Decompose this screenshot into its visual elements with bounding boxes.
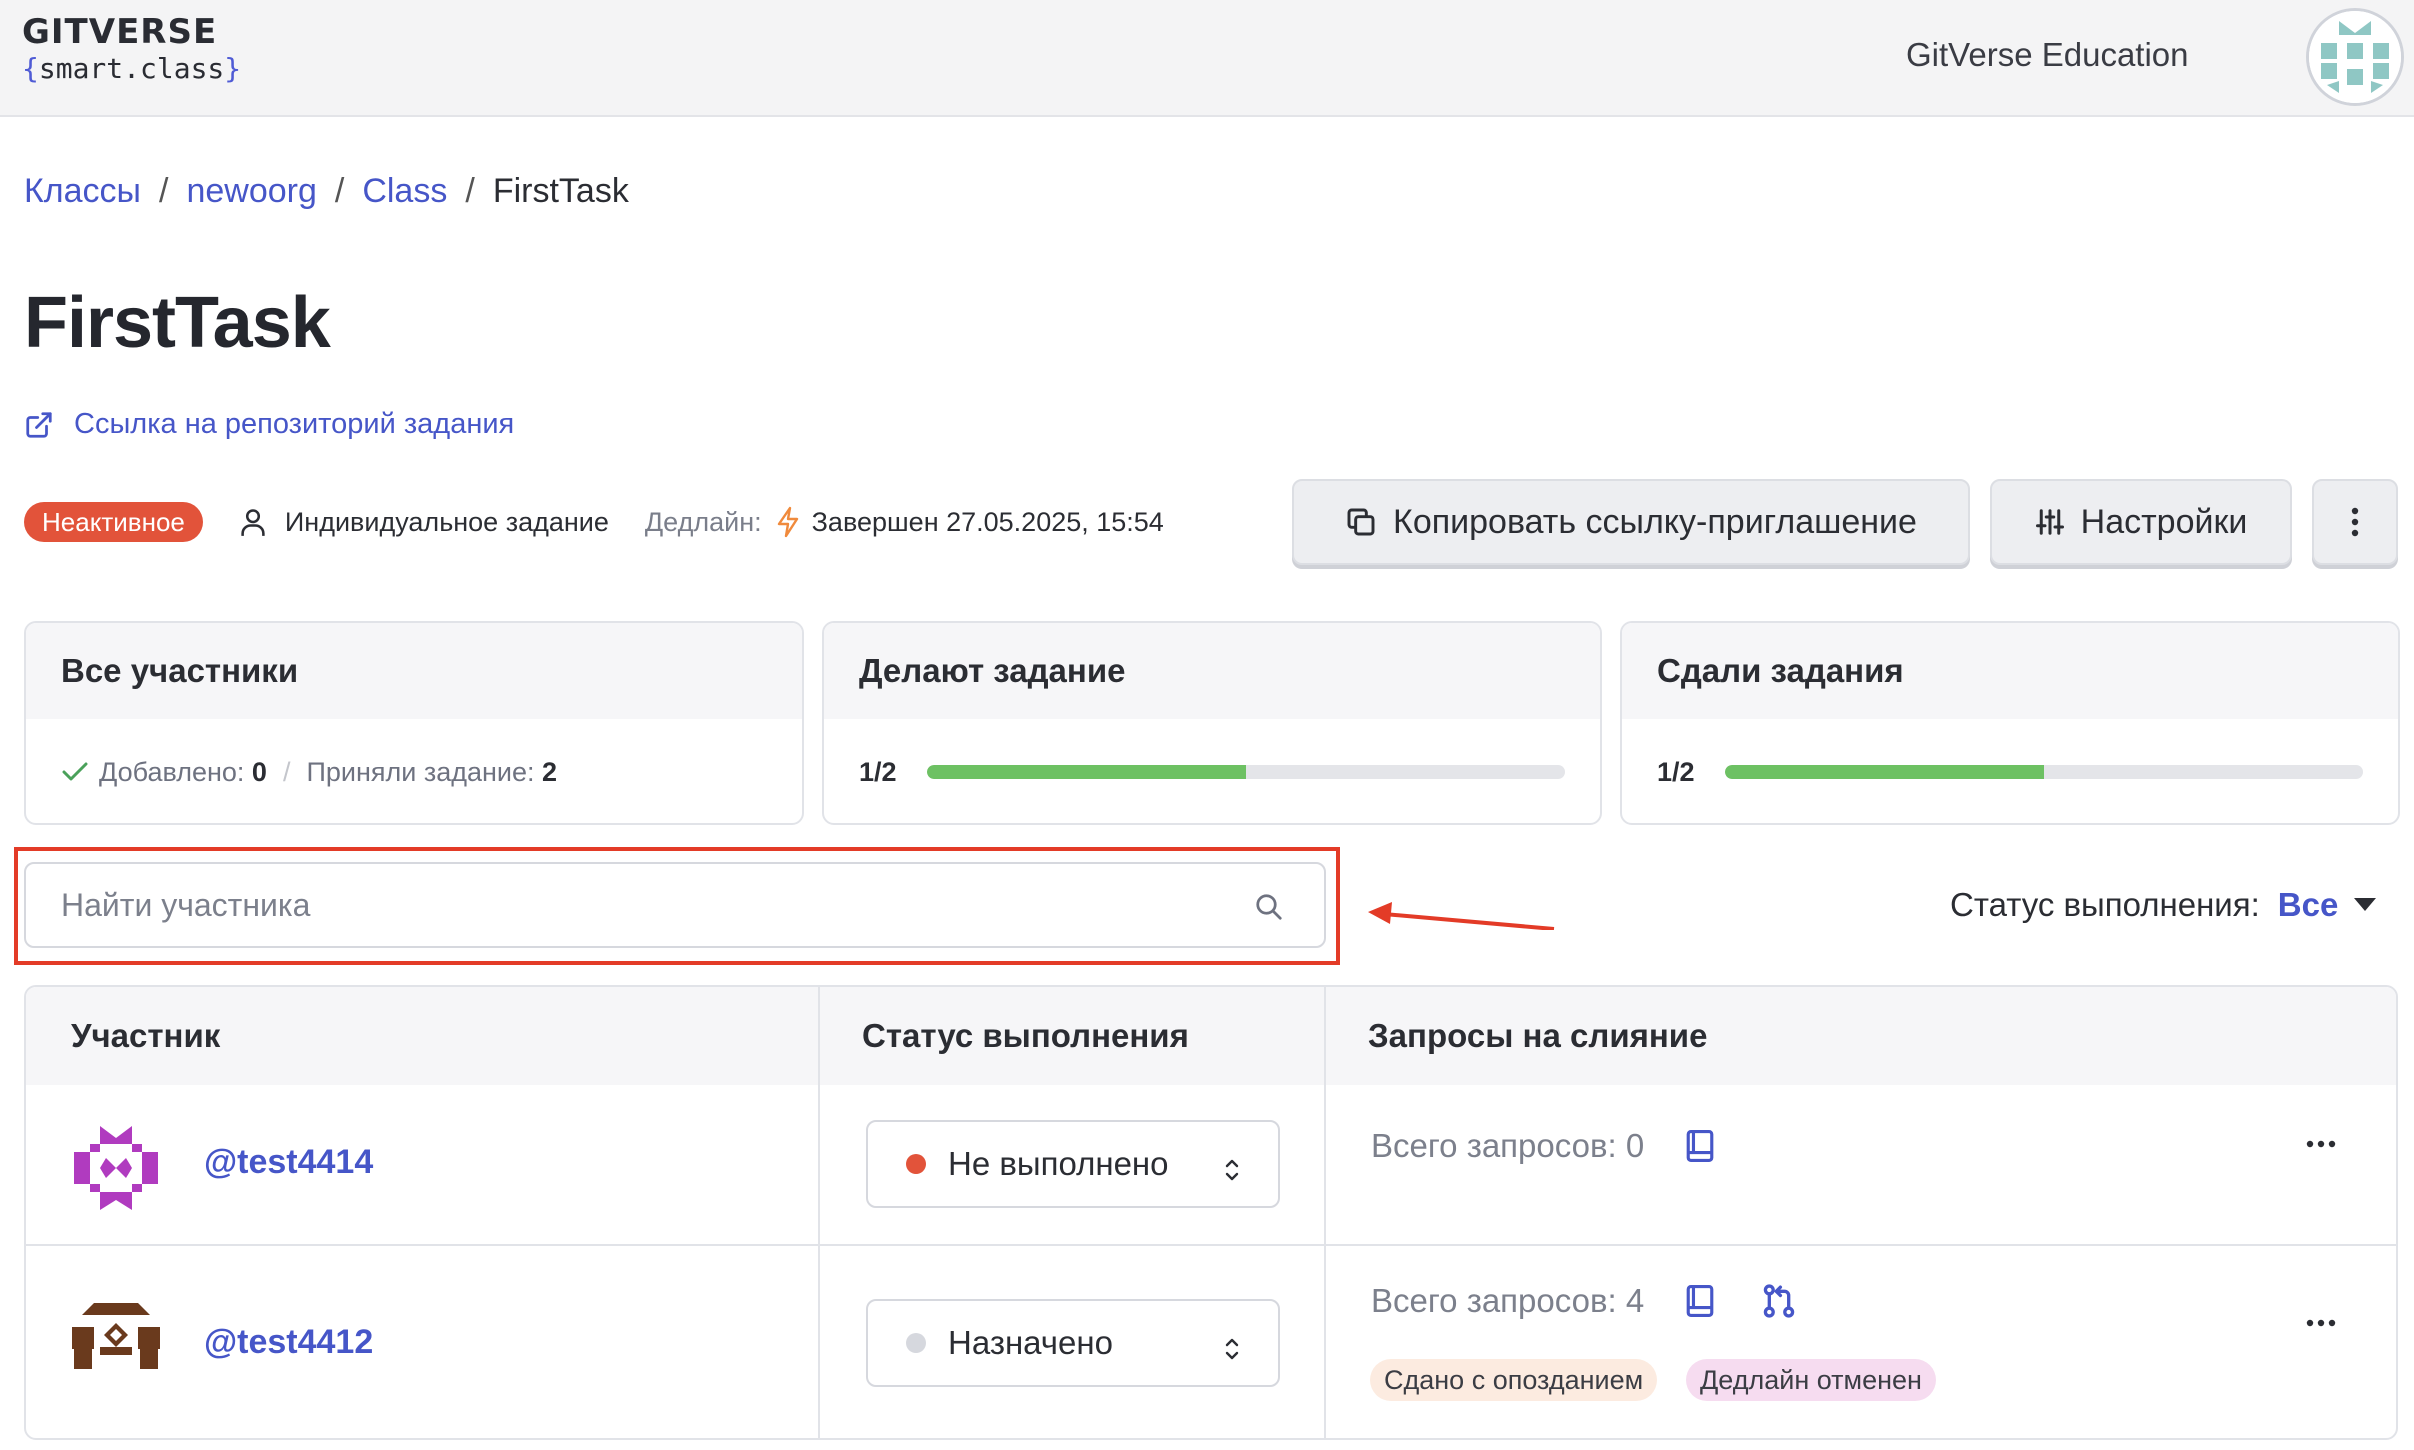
row-more-icon[interactable] <box>2306 1314 2346 1334</box>
progress-fill <box>1724 765 2044 779</box>
deadline-value: Завершен 27.05.2025, 15:54 <box>811 506 1164 537</box>
caret-down-icon[interactable] <box>2354 898 2377 912</box>
added-value: 0 <box>251 756 267 787</box>
page-title: FirstTask <box>24 283 331 363</box>
column-divider <box>1324 987 1326 1438</box>
column-header-status: Статус выполнения <box>820 987 1326 1085</box>
book-icon[interactable] <box>1684 1284 1716 1318</box>
repo-link[interactable]: Ссылка на репозиторий задания <box>24 408 514 441</box>
more-actions-button[interactable] <box>2312 479 2398 565</box>
breadcrumb-separator: / <box>159 172 169 210</box>
annotation-arrow <box>1360 890 1560 935</box>
copy-invite-button[interactable]: Копировать ссылку-приглашение <box>1292 479 1970 565</box>
updown-icon <box>1224 1152 1240 1190</box>
breadcrumb: Классы / newoorg / Class / FirstTask <box>24 172 629 211</box>
row-more-icon[interactable] <box>2306 1135 2346 1155</box>
doing-progress-bar <box>926 765 1565 779</box>
card-all-participants: Все участники Добавлено: 0 / Приняли зад… <box>24 621 804 825</box>
deadline-label: Дедлайн: <box>644 506 762 537</box>
column-header-participant: Участник <box>26 987 820 1085</box>
repo-link-label: Ссылка на репозиторий задания <box>74 408 515 440</box>
external-link-icon <box>24 410 54 440</box>
submitted-progress-bar <box>1724 765 2363 779</box>
breadcrumb-class[interactable]: Class <box>362 172 447 210</box>
merge-request-icon[interactable] <box>1762 1283 1796 1319</box>
card-submitted: Сдали задания 1/2 <box>1620 621 2400 825</box>
top-header: GITVERSE {smart.class} GitVerse Educatio… <box>0 0 2414 117</box>
card-title: Делают задание <box>824 623 1600 719</box>
gitverse-logo[interactable]: GITVERSE {smart.class} <box>22 14 241 86</box>
search-field[interactable] <box>24 862 1326 948</box>
settings-label: Настройки <box>2080 502 2248 541</box>
search-icon[interactable] <box>1254 892 1284 927</box>
progress-fill <box>926 765 1246 779</box>
card-title: Все участники <box>26 623 802 719</box>
status-select[interactable]: Не выполнено <box>866 1120 1280 1208</box>
participant-username[interactable]: @test4412 <box>204 1323 373 1362</box>
task-type: Индивидуальное задание <box>284 506 609 537</box>
breadcrumb-separator: / <box>465 172 475 210</box>
user-icon <box>239 507 267 537</box>
breadcrumb-separator: / <box>334 172 345 210</box>
status-filter-value[interactable]: Все <box>2278 886 2339 924</box>
merge-request-count: Всего запросов: 4 <box>1371 1282 1645 1319</box>
row-divider <box>26 1244 2396 1246</box>
tag-late-submission: Сдано с опозданием <box>1370 1359 1658 1401</box>
column-divider <box>818 987 820 1438</box>
breadcrumb-classes[interactable]: Классы <box>24 172 141 210</box>
logo-title: GITVERSE <box>22 12 218 52</box>
status-select-value: Не выполнено <box>948 1145 1169 1182</box>
merge-request-total: Всего запросов: 0 <box>1371 1127 1716 1165</box>
book-icon[interactable] <box>1684 1129 1716 1163</box>
merge-request-count: Всего запросов: 0 <box>1371 1127 1645 1164</box>
breadcrumb-current: FirstTask <box>492 172 629 210</box>
status-dot <box>906 1154 926 1174</box>
participant-username[interactable]: @test4414 <box>204 1143 373 1182</box>
lightning-icon <box>776 506 800 538</box>
divider: / <box>282 756 291 787</box>
copy-icon <box>1345 506 1377 538</box>
logo-subtitle: {smart.class} <box>22 52 242 85</box>
org-name[interactable]: GitVerse Education <box>1906 36 2189 74</box>
card-doing-task: Делают задание 1/2 <box>822 621 1602 825</box>
tag-deadline-cancelled: Дедлайн отменен <box>1686 1359 1936 1401</box>
status-filter[interactable]: Статус выполнения: Все <box>1950 886 2377 924</box>
merge-request-total: Всего запросов: 4 <box>1371 1282 1796 1320</box>
task-meta: Неактивное Индивидуальное задание Дедлай… <box>24 502 1164 542</box>
copy-invite-label: Копировать ссылку-приглашение <box>1393 502 1917 541</box>
card-title: Сдали задания <box>1622 623 2398 719</box>
status-filter-label: Статус выполнения: <box>1950 886 2260 923</box>
avatar <box>70 1122 162 1214</box>
status-select-value: Назначено <box>948 1324 1113 1361</box>
kebab-icon <box>2351 507 2359 537</box>
status-dot <box>906 1333 926 1353</box>
updown-icon <box>1224 1331 1240 1369</box>
column-header-merge-requests: Запросы на слияние <box>1326 987 2396 1085</box>
check-icon <box>61 760 89 784</box>
sliders-icon <box>2035 507 2065 537</box>
breadcrumb-org[interactable]: newoorg <box>186 172 316 210</box>
settings-button[interactable]: Настройки <box>1990 479 2292 565</box>
submitted-fraction: 1/2 <box>1657 756 1695 787</box>
status-badge: Неактивное <box>24 502 203 542</box>
added-label: Добавлено: <box>99 756 245 787</box>
search-input[interactable] <box>61 886 1241 924</box>
doing-fraction: 1/2 <box>859 756 897 787</box>
user-avatar[interactable] <box>2306 8 2404 106</box>
accepted-label: Приняли задание: <box>306 756 535 787</box>
avatar <box>70 1299 162 1391</box>
status-select[interactable]: Назначено <box>866 1299 1280 1387</box>
participants-table: Участник Статус выполнения Запросы на сл… <box>24 985 2398 1440</box>
accepted-value: 2 <box>542 756 558 787</box>
